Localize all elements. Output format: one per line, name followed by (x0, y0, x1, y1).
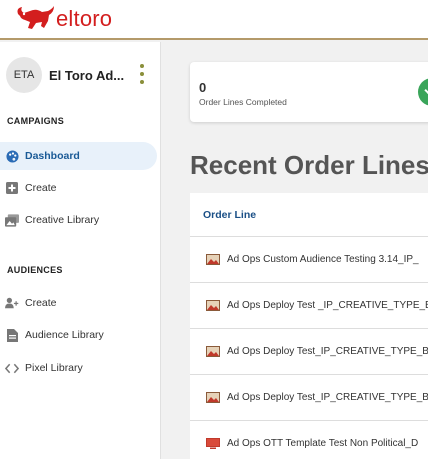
order-line-name: Ad Ops Deploy Test _IP_CREATIVE_TYPE_B (227, 300, 428, 311)
order-line-name: Ad Ops OTT Template Test Non Political_D (227, 438, 419, 449)
page-title: Recent Order Lines (190, 150, 428, 180)
table-row[interactable]: Ad Ops Deploy Test_IP_CREATIVE_TYPE_B (190, 375, 428, 421)
table-row[interactable]: Ad Ops Deploy Test_IP_CREATIVE_TYPE_B (190, 329, 428, 375)
account-switcher[interactable]: ETA El Toro Ad... (6, 56, 156, 94)
sidebar-item-label: Audience Library (25, 329, 104, 341)
sidebar-item-label: Create (25, 182, 57, 194)
stat-label: Order Lines Completed (199, 97, 287, 107)
top-bar: eltoro (0, 0, 428, 40)
order-line-name: Ad Ops Deploy Test_IP_CREATIVE_TYPE_B (227, 392, 428, 403)
stat-value: 0 (199, 80, 207, 95)
sidebar-item-label: Pixel Library (25, 362, 83, 374)
audiences-section-title: AUDIENCES (7, 265, 63, 275)
column-header-order-line[interactable]: Order Line (203, 209, 256, 221)
campaigns-section-title: CAMPAIGNS (7, 116, 65, 126)
image-icon (206, 300, 220, 311)
sidebar-item-create-audience[interactable]: Create (0, 289, 157, 317)
sidebar-item-audience-library[interactable]: Audience Library (0, 321, 157, 349)
sidebar-item-dashboard[interactable]: Dashboard (0, 142, 157, 170)
check-circle-icon (418, 78, 428, 106)
table-row[interactable]: Ad Ops Custom Audience Testing 3.14_IP_ (190, 237, 428, 283)
sidebar: ETA El Toro Ad... CAMPAIGNS Dashboard Cr… (0, 42, 161, 459)
eltoro-logo[interactable]: eltoro (14, 4, 112, 34)
avatar: ETA (6, 57, 42, 93)
table-row[interactable]: Ad Ops OTT Template Test Non Political_D (190, 421, 428, 459)
sidebar-item-label: Create (25, 297, 57, 309)
palette-icon (5, 149, 19, 163)
sidebar-item-pixel-library[interactable]: Pixel Library (0, 354, 157, 382)
plus-square-icon (5, 181, 19, 195)
recent-order-lines-table: Order Line Ad Ops Custom Audience Testin… (190, 193, 428, 459)
more-options-icon[interactable] (140, 64, 146, 84)
brand-name: eltoro (56, 6, 113, 31)
sidebar-item-creative-library[interactable]: Creative Library (0, 206, 157, 234)
sidebar-item-label: Dashboard (25, 150, 80, 162)
image-icon (206, 254, 220, 265)
code-icon (5, 361, 19, 375)
sidebar-item-label: Creative Library (25, 214, 100, 226)
order-line-name: Ad Ops Deploy Test_IP_CREATIVE_TYPE_B (227, 346, 428, 357)
order-lines-completed-card[interactable]: 0 Order Lines Completed (190, 62, 428, 122)
tv-icon (206, 438, 220, 449)
account-name: El Toro Ad... (49, 67, 125, 83)
file-icon (5, 328, 19, 342)
table-row[interactable]: Ad Ops Deploy Test _IP_CREATIVE_TYPE_B (190, 283, 428, 329)
image-icon (206, 392, 220, 403)
bull-logo-icon (17, 6, 54, 29)
sidebar-item-create-campaign[interactable]: Create (0, 174, 157, 202)
user-plus-icon (5, 296, 19, 310)
table-header: Order Line (190, 193, 428, 237)
images-icon (5, 213, 19, 227)
order-line-name: Ad Ops Custom Audience Testing 3.14_IP_ (227, 254, 419, 265)
image-icon (206, 346, 220, 357)
